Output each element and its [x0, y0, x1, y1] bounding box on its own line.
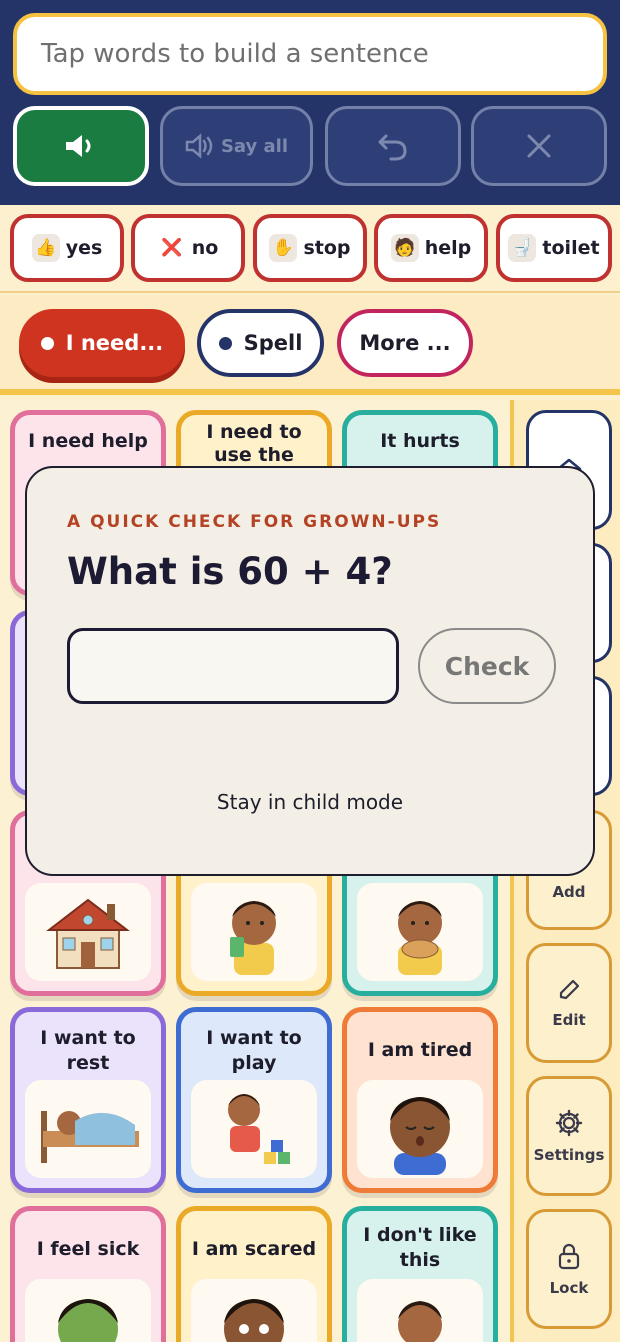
- dialog-question: What is 60 + 4?: [67, 550, 393, 593]
- answer-input[interactable]: [67, 628, 399, 704]
- stay-in-child-mode-link[interactable]: Stay in child mode: [27, 790, 593, 814]
- dialog-eyebrow: A QUICK CHECK FOR GROWN-UPS: [67, 512, 442, 532]
- grown-up-check-dialog: A QUICK CHECK FOR GROWN-UPS What is 60 +…: [25, 466, 595, 876]
- check-button[interactable]: Check: [418, 628, 556, 704]
